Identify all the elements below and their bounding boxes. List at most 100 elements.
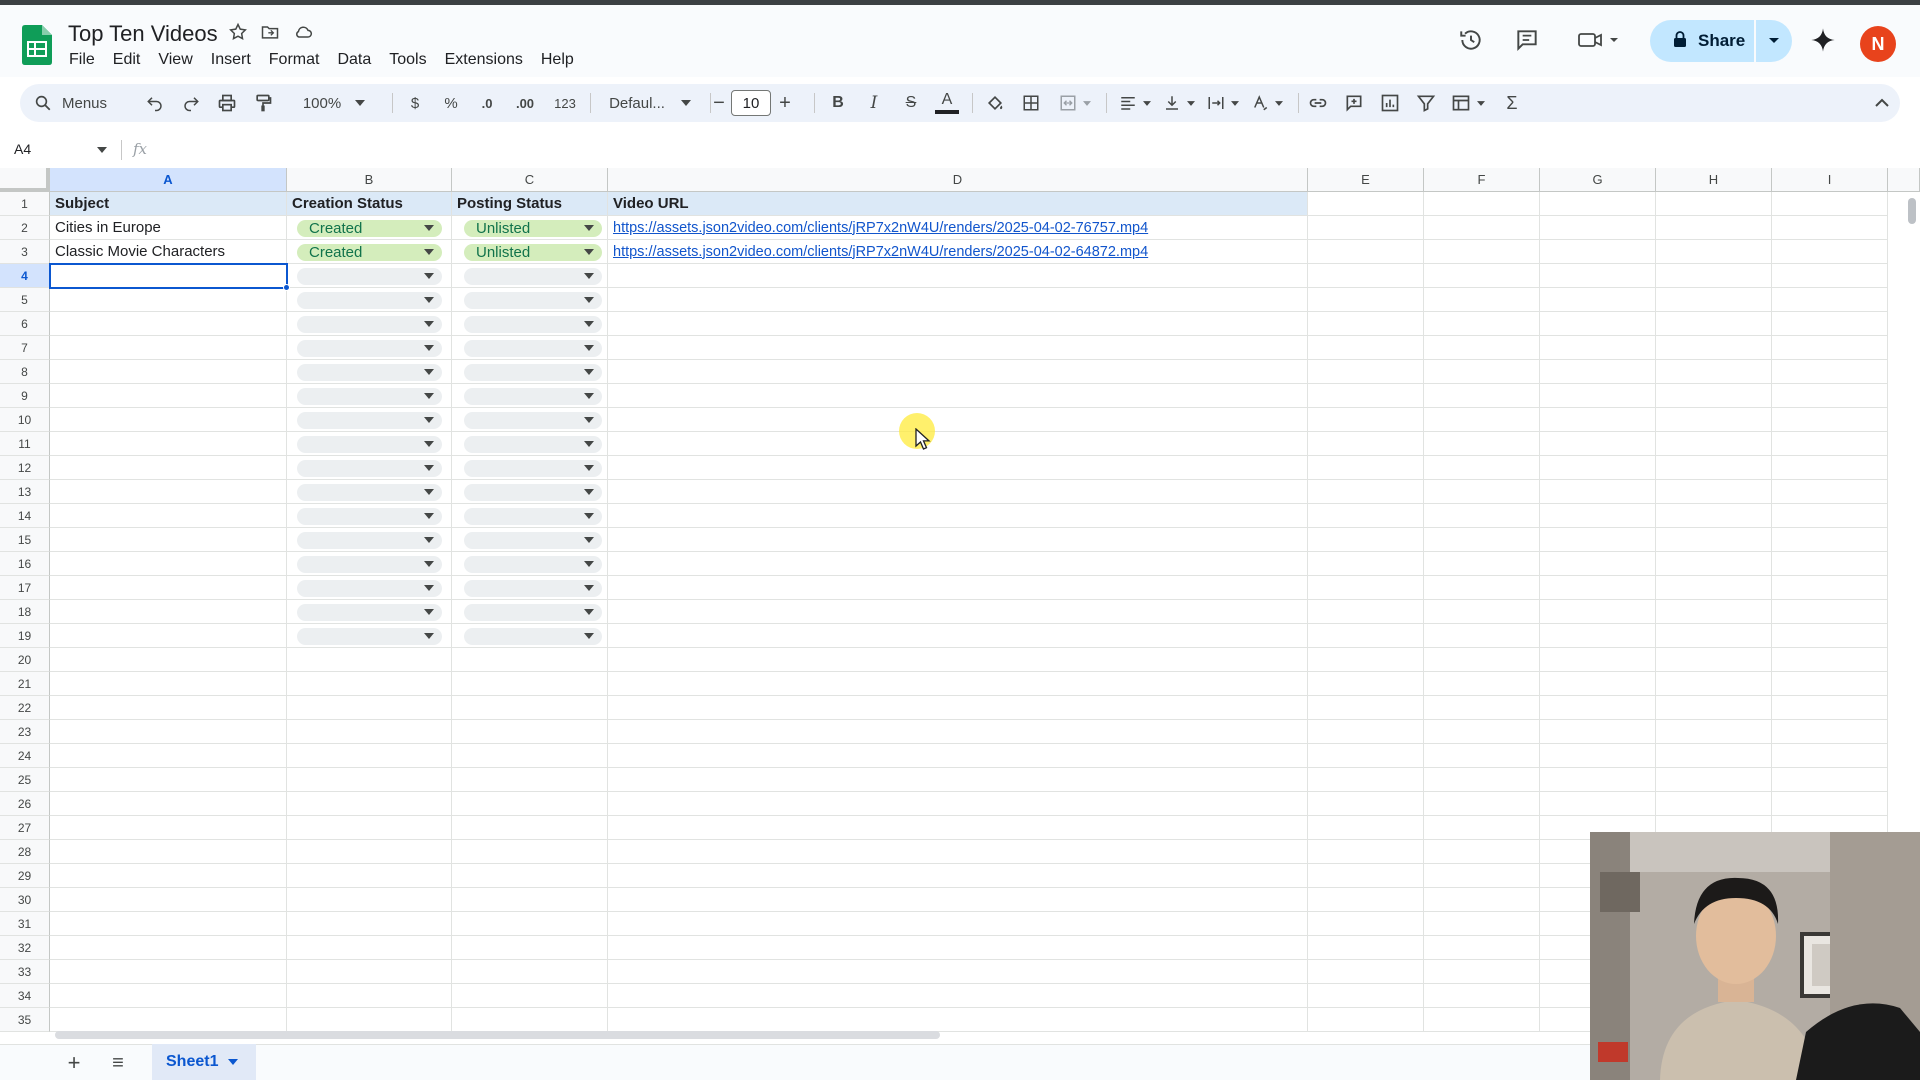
row-header-24[interactable]: 24 bbox=[0, 744, 50, 768]
row-header-27[interactable]: 27 bbox=[0, 816, 50, 840]
posting-status-dropdown[interactable]: Unlisted bbox=[464, 220, 602, 237]
cell[interactable] bbox=[1308, 432, 1424, 456]
row-header-34[interactable]: 34 bbox=[0, 984, 50, 1008]
cell[interactable] bbox=[50, 504, 287, 528]
menu-format[interactable]: Format bbox=[260, 49, 329, 71]
video-url-cell[interactable]: https://assets.json2video.com/clients/jR… bbox=[608, 216, 1308, 240]
cell[interactable] bbox=[287, 744, 452, 768]
row-header-4[interactable]: 4 bbox=[0, 264, 50, 288]
row-header-25[interactable]: 25 bbox=[0, 768, 50, 792]
cell[interactable] bbox=[287, 1008, 452, 1032]
cell[interactable] bbox=[50, 552, 287, 576]
posting-status-dropdown[interactable] bbox=[464, 460, 602, 477]
creation-status-dropdown[interactable] bbox=[297, 316, 442, 333]
creation-status-dropdown[interactable]: Created bbox=[297, 244, 442, 261]
cell[interactable] bbox=[1308, 912, 1424, 936]
cell[interactable] bbox=[50, 720, 287, 744]
zoom-select[interactable]: 100% bbox=[294, 84, 374, 122]
cell[interactable] bbox=[1308, 576, 1424, 600]
cell[interactable] bbox=[1772, 432, 1888, 456]
cell[interactable] bbox=[1424, 624, 1540, 648]
cell[interactable] bbox=[50, 936, 287, 960]
cell[interactable] bbox=[1772, 768, 1888, 792]
cell[interactable] bbox=[1540, 504, 1656, 528]
column-header-d[interactable]: D bbox=[608, 168, 1308, 192]
filter-icon[interactable] bbox=[1410, 84, 1442, 122]
cell[interactable] bbox=[50, 384, 287, 408]
cell[interactable] bbox=[1540, 336, 1656, 360]
menu-help[interactable]: Help bbox=[532, 49, 583, 71]
cell[interactable] bbox=[1772, 624, 1888, 648]
cell[interactable] bbox=[1424, 864, 1540, 888]
header-cell[interactable]: Video URL bbox=[608, 192, 1308, 216]
cell[interactable] bbox=[1772, 792, 1888, 816]
row-header-15[interactable]: 15 bbox=[0, 528, 50, 552]
cell[interactable] bbox=[1424, 648, 1540, 672]
cell[interactable] bbox=[1308, 216, 1424, 240]
cell[interactable] bbox=[1540, 552, 1656, 576]
cell[interactable] bbox=[1772, 504, 1888, 528]
cell[interactable] bbox=[50, 624, 287, 648]
cell[interactable] bbox=[1308, 648, 1424, 672]
cell[interactable] bbox=[452, 912, 608, 936]
cell[interactable] bbox=[1772, 240, 1888, 264]
posting-status-dropdown[interactable] bbox=[464, 340, 602, 357]
cell[interactable] bbox=[287, 816, 452, 840]
menu-edit[interactable]: Edit bbox=[104, 49, 150, 71]
menu-view[interactable]: View bbox=[149, 49, 201, 71]
select-all-corner[interactable] bbox=[0, 168, 50, 192]
cell[interactable] bbox=[1772, 480, 1888, 504]
header-cell[interactable]: Subject bbox=[50, 192, 287, 216]
text-wrapping-icon[interactable] bbox=[1202, 84, 1244, 122]
creation-status-dropdown[interactable] bbox=[297, 268, 442, 285]
cell[interactable] bbox=[1656, 744, 1772, 768]
row-header-26[interactable]: 26 bbox=[0, 792, 50, 816]
add-sheet-button[interactable]: + bbox=[60, 1049, 88, 1077]
cell[interactable] bbox=[1656, 336, 1772, 360]
cell[interactable] bbox=[1424, 696, 1540, 720]
move-folder-icon[interactable] bbox=[260, 22, 280, 42]
cell[interactable] bbox=[50, 576, 287, 600]
cell[interactable] bbox=[1772, 648, 1888, 672]
cell[interactable] bbox=[1308, 816, 1424, 840]
cell[interactable] bbox=[50, 816, 287, 840]
cell[interactable] bbox=[1540, 720, 1656, 744]
cell[interactable] bbox=[1656, 600, 1772, 624]
undo-icon[interactable] bbox=[140, 84, 170, 122]
column-header-g[interactable]: G bbox=[1540, 168, 1656, 192]
cell[interactable] bbox=[1772, 672, 1888, 696]
chevron-down-icon[interactable] bbox=[228, 1059, 239, 1065]
currency-format-button[interactable]: $ bbox=[402, 84, 428, 122]
cell[interactable] bbox=[608, 672, 1308, 696]
cell[interactable] bbox=[1424, 912, 1540, 936]
cell[interactable] bbox=[1656, 288, 1772, 312]
posting-status-dropdown[interactable] bbox=[464, 508, 602, 525]
fill-handle[interactable] bbox=[283, 284, 290, 291]
cell[interactable] bbox=[608, 576, 1308, 600]
column-header-i[interactable]: I bbox=[1772, 168, 1888, 192]
row-header-21[interactable]: 21 bbox=[0, 672, 50, 696]
formula-input[interactable] bbox=[160, 136, 1900, 164]
cell[interactable] bbox=[1656, 504, 1772, 528]
cell[interactable] bbox=[1308, 552, 1424, 576]
cell[interactable] bbox=[1656, 432, 1772, 456]
cell[interactable] bbox=[1540, 240, 1656, 264]
cell[interactable] bbox=[1424, 216, 1540, 240]
text-rotation-icon[interactable] bbox=[1246, 84, 1288, 122]
cell[interactable] bbox=[1424, 240, 1540, 264]
cell[interactable] bbox=[50, 912, 287, 936]
cell[interactable] bbox=[1772, 384, 1888, 408]
all-sheets-button[interactable]: ≡ bbox=[104, 1049, 132, 1077]
cell[interactable] bbox=[1540, 384, 1656, 408]
header-cell[interactable]: Posting Status bbox=[452, 192, 608, 216]
share-dropdown-button[interactable] bbox=[1756, 20, 1792, 62]
row-header-23[interactable]: 23 bbox=[0, 720, 50, 744]
cell[interactable] bbox=[608, 552, 1308, 576]
document-title[interactable]: Top Ten Videos bbox=[68, 21, 218, 47]
cell[interactable] bbox=[608, 888, 1308, 912]
cell[interactable] bbox=[608, 768, 1308, 792]
cell[interactable] bbox=[452, 768, 608, 792]
cell[interactable] bbox=[287, 984, 452, 1008]
video-url-cell[interactable]: https://assets.json2video.com/clients/jR… bbox=[608, 240, 1308, 264]
cell[interactable] bbox=[1540, 312, 1656, 336]
